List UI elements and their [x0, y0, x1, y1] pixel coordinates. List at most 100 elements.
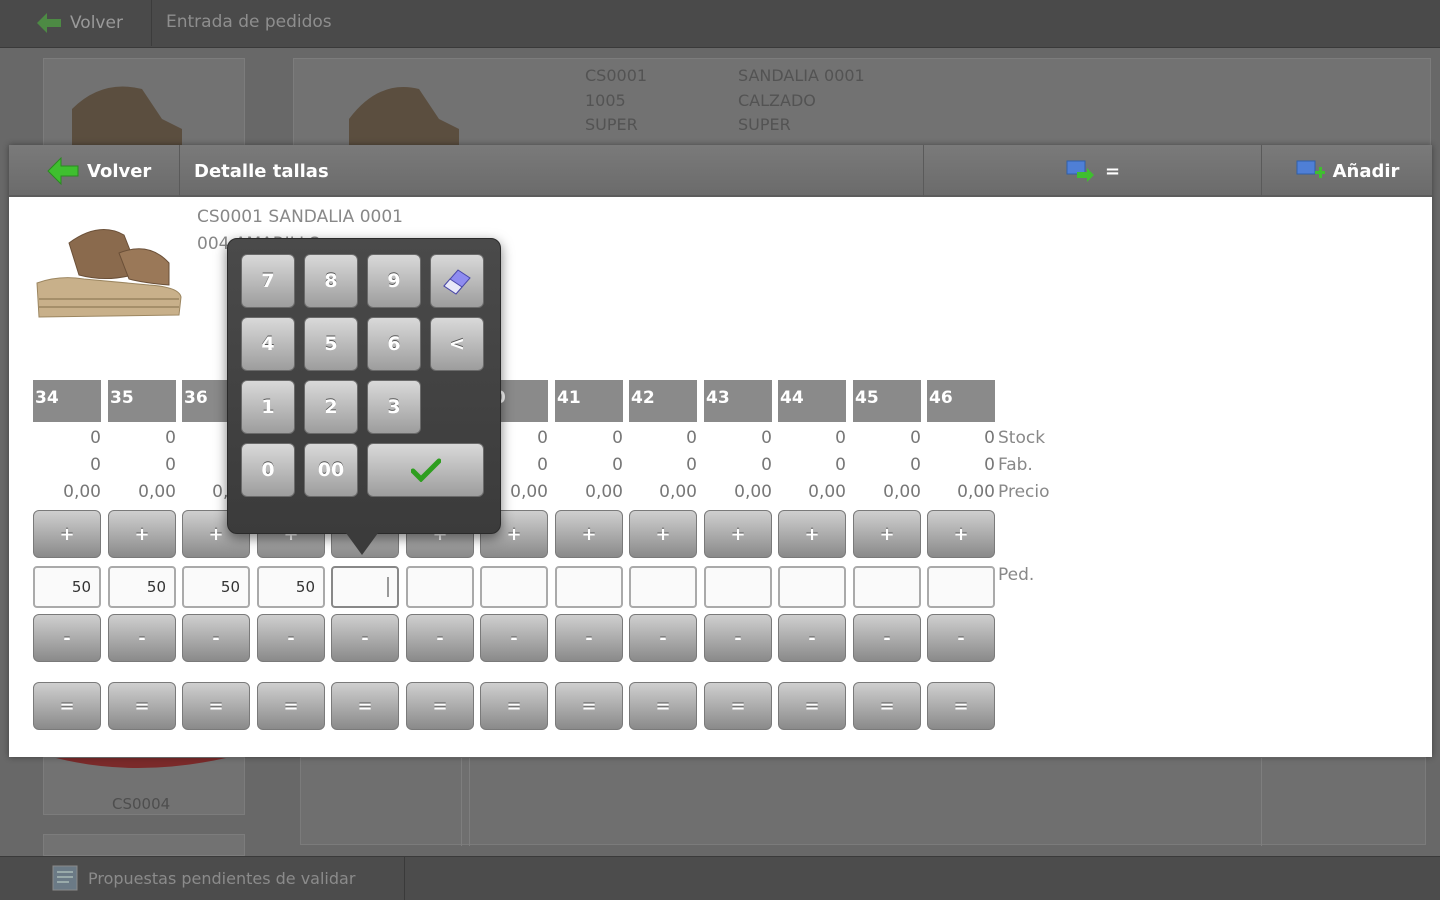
plus-button[interactable]: +: [629, 510, 697, 558]
key-4[interactable]: 4: [241, 317, 295, 371]
clear-key[interactable]: [430, 254, 484, 308]
minus-button[interactable]: -: [33, 614, 101, 662]
minus-button[interactable]: -: [555, 614, 623, 662]
equal-button[interactable]: =: [927, 682, 995, 730]
quantity-input[interactable]: [406, 566, 474, 608]
quantity-input[interactable]: [331, 566, 399, 608]
minus-button[interactable]: -: [704, 614, 772, 662]
equal-button[interactable]: =: [331, 682, 399, 730]
add-button[interactable]: Añadir: [1262, 145, 1432, 197]
page-title: Entrada de pedidos: [166, 12, 332, 32]
back-button[interactable]: Volver: [0, 0, 152, 46]
plus-button[interactable]: +: [778, 510, 846, 558]
plus-button[interactable]: +: [853, 510, 921, 558]
minus-button[interactable]: -: [853, 614, 921, 662]
plus-button[interactable]: +: [108, 510, 176, 558]
equal-button[interactable]: =: [480, 682, 548, 730]
dialog-back-label: Volver: [87, 160, 152, 182]
confirm-key[interactable]: [367, 443, 484, 497]
add-icon: [1296, 160, 1325, 178]
backspace-key[interactable]: <: [430, 317, 484, 371]
quantity-input[interactable]: [853, 566, 921, 608]
fab-value: 0: [165, 455, 176, 475]
size-header: 42: [629, 380, 697, 422]
plus-button[interactable]: +: [927, 510, 995, 558]
quantity-input[interactable]: [704, 566, 772, 608]
key-3[interactable]: 3: [367, 380, 421, 434]
numeric-keypad: 7 8 9 4 5 6 < 1 2 3 0 00: [227, 238, 501, 534]
equal-button[interactable]: =: [33, 682, 101, 730]
equal-button[interactable]: =: [704, 682, 772, 730]
equal-button[interactable]: =: [257, 682, 325, 730]
size-header: 41: [555, 380, 623, 422]
plus-button[interactable]: +: [33, 510, 101, 558]
key-2[interactable]: 2: [304, 380, 358, 434]
key-9[interactable]: 9: [367, 254, 421, 308]
size-header: 43: [704, 380, 772, 422]
stock-value: 0: [835, 428, 846, 448]
minus-button[interactable]: -: [778, 614, 846, 662]
minus-button[interactable]: -: [629, 614, 697, 662]
quantity-input[interactable]: [778, 566, 846, 608]
minus-button[interactable]: -: [406, 614, 474, 662]
back-label: Volver: [70, 13, 123, 33]
back-arrow-icon: [37, 13, 61, 33]
key-7[interactable]: 7: [241, 254, 295, 308]
quantity-input[interactable]: [480, 566, 548, 608]
pending-proposals-item[interactable]: Propuestas pendientes de validar: [52, 865, 355, 891]
quantity-input[interactable]: 50: [182, 566, 250, 608]
fab-value: 0: [984, 455, 995, 475]
minus-button[interactable]: -: [480, 614, 548, 662]
sandal-image: [36, 229, 182, 318]
equal-button[interactable]: =: [108, 682, 176, 730]
dialog-back-button[interactable]: Volver: [9, 145, 180, 197]
key-0[interactable]: 0: [241, 443, 295, 497]
plus-button[interactable]: +: [704, 510, 772, 558]
stock-value: 0: [165, 428, 176, 448]
key-8[interactable]: 8: [304, 254, 358, 308]
plus-button[interactable]: +: [555, 510, 623, 558]
pending-proposals-label: Propuestas pendientes de validar: [88, 868, 356, 888]
minus-button[interactable]: -: [108, 614, 176, 662]
copy-equal-label: =: [1104, 160, 1121, 182]
equal-button[interactable]: =: [406, 682, 474, 730]
size-header: 45: [853, 380, 921, 422]
order-grid: [300, 757, 1426, 846]
quantity-input[interactable]: [629, 566, 697, 608]
price-value: 0,00: [63, 482, 101, 502]
quantity-input[interactable]: 50: [108, 566, 176, 608]
equal-button[interactable]: =: [629, 682, 697, 730]
key-5[interactable]: 5: [304, 317, 358, 371]
fab-value: 0: [90, 455, 101, 475]
minus-button[interactable]: -: [182, 614, 250, 662]
key-6[interactable]: 6: [367, 317, 421, 371]
quantity-input[interactable]: 50: [257, 566, 325, 608]
minus-button[interactable]: -: [927, 614, 995, 662]
minus-button[interactable]: -: [331, 614, 399, 662]
copy-equal-button[interactable]: =: [924, 145, 1262, 197]
stock-value: 0: [910, 428, 921, 448]
key-00[interactable]: 00: [304, 443, 358, 497]
quantity-input[interactable]: [927, 566, 995, 608]
eraser-icon: [443, 269, 471, 295]
grid-divider: [1261, 758, 1262, 846]
equal-button[interactable]: =: [853, 682, 921, 730]
size-detail-dialog: Volver Detalle tallas = Añadir CS0001 SA…: [9, 145, 1432, 757]
sandal-image: [349, 87, 459, 149]
product-thumbnail[interactable]: [43, 834, 245, 856]
fab-value: 0: [612, 455, 623, 475]
equal-button[interactable]: =: [778, 682, 846, 730]
equal-button[interactable]: =: [555, 682, 623, 730]
quantity-input[interactable]: [555, 566, 623, 608]
equal-button[interactable]: =: [182, 682, 250, 730]
minus-button[interactable]: -: [257, 614, 325, 662]
stock-value: 0: [984, 428, 995, 448]
price-value: 0,00: [659, 482, 697, 502]
shoe-image: [56, 758, 226, 768]
size-header: 35: [108, 380, 176, 422]
copy-arrows-icon: [1066, 160, 1094, 182]
quantity-input[interactable]: 50: [33, 566, 101, 608]
product-thumbnail[interactable]: [43, 58, 245, 149]
key-1[interactable]: 1: [241, 380, 295, 434]
fab-row-label: Fab.: [998, 455, 1033, 475]
